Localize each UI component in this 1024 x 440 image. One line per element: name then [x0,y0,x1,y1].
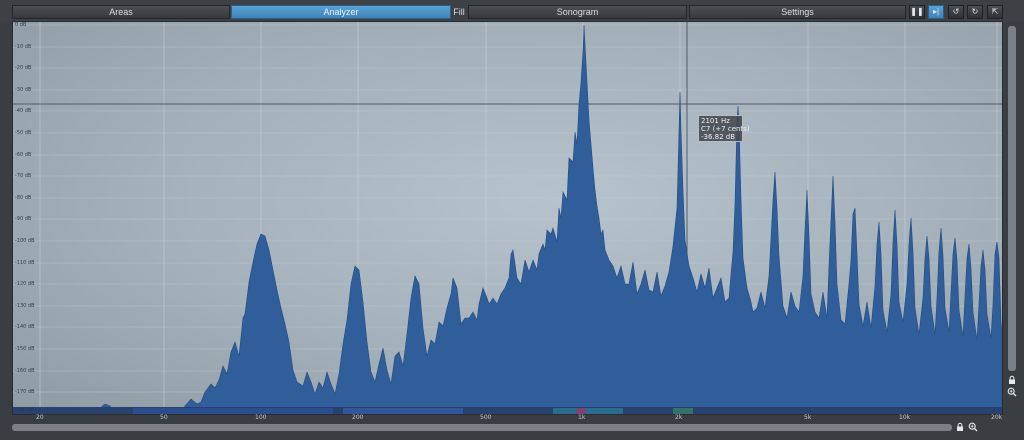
x-axis-label: 500 [480,414,492,421]
spectrum-plot[interactable]: 0 dB -10 dB -20 dB -30 dB -40 dB -50 dB … [12,21,1003,415]
y-axis-label: -150 dB [15,346,35,352]
x-axis-label: 20 [36,414,44,421]
tab-sonogram[interactable]: Sonogram [468,5,687,19]
tooltip-note: C7 (+7 cents) [701,125,750,133]
tab-analyzer[interactable]: Analyzer [231,5,451,19]
y-axis-label: -170 dB [15,389,35,395]
x-axis-label: 100 [255,414,267,421]
y-axis-label: -90 dB [15,216,32,222]
tooltip-level: -36.82 dB [701,133,736,141]
toolbar: Areas Analyzer Fill Sonogram Settings ❚❚… [0,0,1024,22]
undo-icon[interactable]: ↺ [948,5,964,19]
y-axis-label: -80 dB [15,195,32,201]
horizontal-scrollbar[interactable] [12,424,952,431]
y-axis-label: -50 dB [15,130,32,136]
spectrum-fill [13,24,1002,414]
frequency-tooltip: 2101 Hz C7 (+7 cents) -36.82 dB [698,115,750,142]
tab-settings[interactable]: Settings [689,5,906,19]
y-axis-label: -130 dB [15,303,35,309]
tooltip-frequency: 2101 Hz [701,117,730,125]
y-axis-label: -70 dB [15,173,32,179]
y-axis-label: 0 dB [15,22,27,28]
x-axis-label: 2k [675,414,683,421]
export-icon[interactable]: ⇱ [987,5,1003,19]
pause-icon[interactable]: ❚❚ [909,5,925,19]
vertical-scrollbar[interactable] [1008,26,1016,371]
freeze-peaks-icon[interactable]: ▸| [928,5,944,19]
tab-areas[interactable]: Areas [12,5,230,19]
zoom-icon[interactable] [968,422,978,432]
lock-icon[interactable] [1007,375,1017,385]
spectrum-graph [13,22,1002,414]
x-axis-label: 200 [352,414,364,421]
y-axis-label: -160 dB [15,368,35,374]
y-axis-label: -120 dB [15,281,35,287]
x-axis-label: 50 [160,414,168,421]
y-axis-label: -60 dB [15,152,32,158]
y-axis-label: -100 dB [15,238,35,244]
y-axis-label: -30 dB [15,87,32,93]
x-axis-label: 20k [991,414,1003,421]
y-axis-label: -20 dB [15,65,32,71]
lock-icon[interactable] [955,422,965,432]
reset-icon[interactable]: ↻ [967,5,983,19]
y-axis-label: -140 dB [15,324,35,330]
y-axis-label: -10 dB [15,44,32,50]
x-axis-label: 1k [578,414,586,421]
y-axis-label: -180 dB [15,407,35,413]
x-axis-label: 5k [804,414,812,421]
zoom-icon[interactable] [1007,387,1017,397]
x-axis-label: 10k [899,414,911,421]
fill-toggle[interactable]: Fill [452,5,466,19]
y-axis-label: -110 dB [15,260,35,266]
y-axis-label: -40 dB [15,108,32,114]
